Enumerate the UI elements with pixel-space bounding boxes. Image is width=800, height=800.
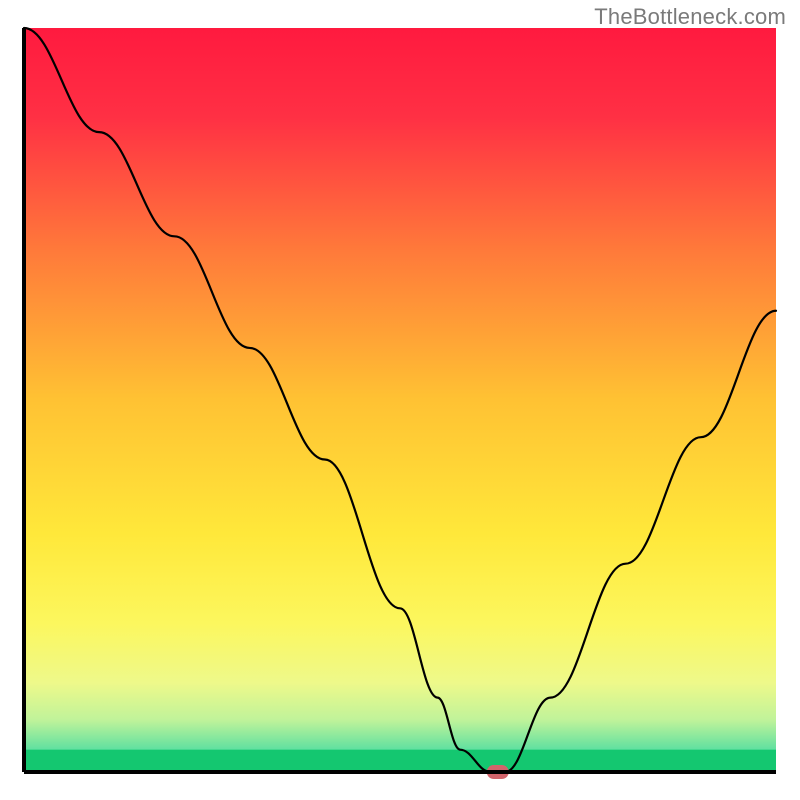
plot-background (24, 28, 776, 772)
bottleneck-chart (0, 0, 800, 800)
chart-container: TheBottleneck.com (0, 0, 800, 800)
plot-bottom-band (24, 750, 776, 772)
watermark-text: TheBottleneck.com (594, 4, 786, 30)
